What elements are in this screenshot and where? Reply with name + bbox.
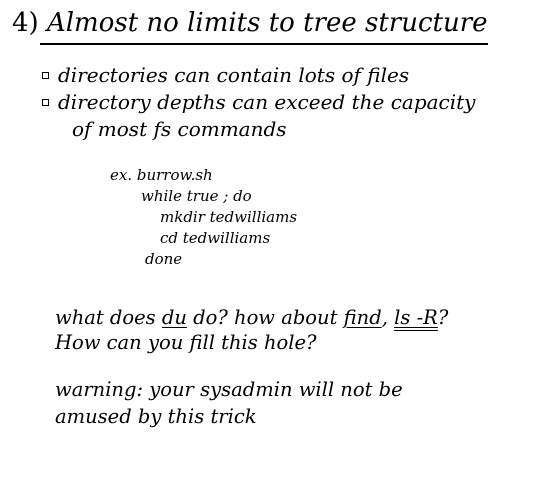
- code-example: ex. burrow.sh while true ; do mkdir tedwil…: [110, 165, 297, 270]
- code-line: while true ; do: [141, 187, 252, 205]
- code-line: mkdir tedwilliams: [160, 208, 298, 226]
- find-command: find: [343, 306, 382, 329]
- slide: 4) Almost no limits to tree structure di…: [0, 0, 560, 480]
- code-line: cd tedwilliams: [160, 229, 271, 247]
- question-fragment: do? how about: [186, 306, 344, 329]
- ls-command: ls -R: [394, 306, 438, 329]
- bullet-text: directories can contain lots of files: [58, 63, 410, 87]
- code-line: done: [145, 250, 183, 268]
- question-fragment: what does: [55, 306, 162, 329]
- question-line-1: what does du do? how about find, ls -R?: [55, 305, 448, 330]
- bullet-item: directories can contain lots of files: [42, 62, 475, 89]
- slide-number: 4): [12, 8, 39, 38]
- warning-line-1: warning: your sysadmin will not be: [55, 378, 403, 401]
- title-underline: [40, 43, 488, 45]
- question-fragment: ,: [381, 306, 395, 329]
- code-line: ex. burrow.sh: [110, 166, 213, 184]
- warning-line-2: amused by this trick: [55, 405, 257, 428]
- bullet-list: directories can contain lots of files di…: [42, 62, 475, 143]
- bullet-square-icon: [42, 72, 49, 79]
- bullet-item: directory depths can exceed the capacity…: [42, 89, 475, 143]
- du-command: du: [161, 306, 187, 329]
- bullet-text-continuation: of most fs commands: [72, 117, 287, 141]
- question-text: what does du do? how about find, ls -R? …: [55, 305, 448, 355]
- question-line-2: How can you fill this hole?: [55, 331, 317, 354]
- bullet-square-icon: [42, 99, 49, 106]
- slide-title-text: Almost no limits to tree structure: [46, 8, 488, 38]
- slide-title: 4) Almost no limits to tree structure: [12, 8, 488, 38]
- question-fragment: ?: [437, 306, 449, 329]
- warning-text: warning: your sysadmin will not be amuse…: [55, 376, 403, 430]
- bullet-text: directory depths can exceed the capacity: [58, 90, 476, 114]
